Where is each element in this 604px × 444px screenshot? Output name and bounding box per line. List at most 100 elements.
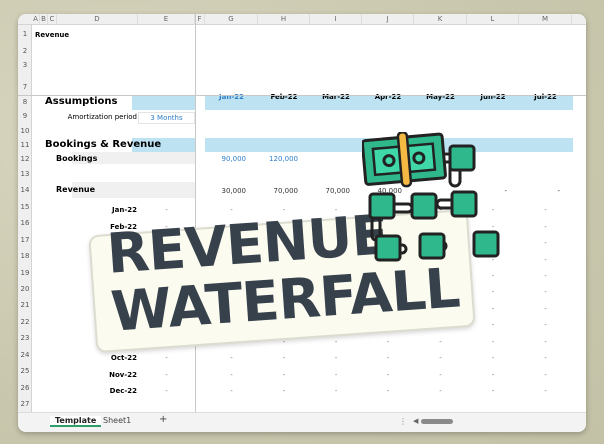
row-header-27[interactable]: 27 (18, 400, 32, 408)
row-header-1[interactable]: 1 (18, 30, 32, 38)
waterfall-cell[interactable]: - (362, 370, 414, 380)
scroll-left-icon[interactable]: ◀ (413, 417, 418, 425)
waterfall-cell[interactable]: - (362, 386, 414, 396)
waterfall-cell[interactable]: - (310, 337, 362, 347)
waterfall-cell[interactable]: - (467, 386, 519, 396)
column-header-D[interactable]: D (57, 14, 138, 25)
row-header-15[interactable]: 15 (18, 203, 32, 211)
waterfall-cell[interactable]: - (138, 205, 195, 215)
column-header-B[interactable]: B (40, 14, 48, 25)
row-header-24[interactable]: 24 (18, 351, 32, 359)
waterfall-cell[interactable]: - (467, 370, 519, 380)
waterfall-cell[interactable]: - (467, 353, 519, 363)
column-header-K[interactable]: K (414, 14, 467, 25)
row-header-7[interactable]: 7 (18, 83, 32, 91)
amortization-input[interactable]: 3 Months (138, 112, 195, 124)
column-header-F[interactable]: F (195, 14, 205, 25)
money-bill-icon (362, 132, 447, 188)
waterfall-cell[interactable]: - (205, 353, 258, 363)
bookings-revenue-header: Bookings & Revenue (45, 139, 162, 150)
waterfall-cell[interactable]: - (519, 255, 572, 265)
tab-sheet1[interactable]: Sheet1 (98, 416, 136, 425)
column-header-I[interactable]: I (310, 14, 362, 25)
row-header-10[interactable]: 10 (18, 127, 32, 135)
waterfall-cell[interactable]: - (519, 287, 572, 297)
waterfall-cell[interactable]: - (519, 337, 572, 347)
row-header-11[interactable]: 11 (18, 141, 32, 149)
column-header-C[interactable]: C (48, 14, 57, 25)
waterfall-cell[interactable]: - (519, 353, 572, 363)
revenue-value[interactable]: - (519, 186, 560, 196)
waterfall-cell[interactable]: - (519, 271, 572, 281)
column-header-M[interactable]: M (519, 14, 572, 25)
column-header-G[interactable]: G (205, 14, 258, 25)
row-header-18[interactable]: 18 (18, 252, 32, 260)
row-header-22[interactable]: 22 (18, 318, 32, 326)
waterfall-cell[interactable]: - (519, 238, 572, 248)
waterfall-cell[interactable]: - (519, 386, 572, 396)
waterfall-cell[interactable]: - (258, 353, 310, 363)
row-header-13[interactable]: 13 (18, 170, 32, 178)
waterfall-cell[interactable]: - (519, 304, 572, 314)
row-header-3[interactable]: 3 (18, 61, 32, 69)
waterfall-cell[interactable]: - (258, 370, 310, 380)
waterfall-cell[interactable]: - (414, 386, 467, 396)
waterfall-cell[interactable]: - (362, 353, 414, 363)
revenue-label: Revenue (56, 185, 96, 194)
row-header-17[interactable]: 17 (18, 236, 32, 244)
horizontal-scrollbar[interactable] (421, 419, 453, 424)
row-header-21[interactable]: 21 (18, 301, 32, 309)
waterfall-cell[interactable]: - (467, 320, 519, 330)
waterfall-cell[interactable]: - (519, 205, 572, 215)
waterfall-month: Oct-22 (110, 354, 137, 362)
row-header-26[interactable]: 26 (18, 384, 32, 392)
waterfall-cell[interactable]: - (414, 353, 467, 363)
waterfall-month: Dec-22 (109, 387, 137, 395)
bookings-value[interactable]: 90,000 (205, 154, 247, 164)
waterfall-cell[interactable]: - (310, 353, 362, 363)
waterfall-cell[interactable]: - (258, 386, 310, 396)
row-header-12[interactable]: 12 (18, 155, 32, 163)
waterfall-cell[interactable]: - (467, 337, 519, 347)
row-header-9[interactable]: 9 (18, 112, 32, 120)
waterfall-cell[interactable]: - (310, 370, 362, 380)
revenue-value[interactable]: 70,000 (310, 186, 351, 196)
column-header-L[interactable]: L (467, 14, 519, 25)
month-header: Mar-22 (322, 93, 350, 101)
waterfall-cell[interactable]: - (519, 222, 572, 232)
waterfall-cell[interactable]: - (362, 337, 414, 347)
row-header-16[interactable]: 16 (18, 219, 32, 227)
column-header-E[interactable]: E (138, 14, 195, 25)
waterfall-cell[interactable]: - (519, 370, 572, 380)
row-header-20[interactable]: 20 (18, 285, 32, 293)
row-header-2[interactable]: 2 (18, 47, 32, 55)
tab-template[interactable]: Template (50, 416, 102, 427)
waterfall-cell[interactable]: - (519, 320, 572, 330)
waterfall-cell[interactable]: - (467, 287, 519, 297)
waterfall-cell[interactable]: - (414, 370, 467, 380)
row-header-8[interactable]: 8 (18, 98, 32, 106)
row-header-19[interactable]: 19 (18, 269, 32, 277)
revenue-value[interactable]: 70,000 (258, 186, 299, 196)
waterfall-cell[interactable]: - (138, 386, 195, 396)
freeze-pane-vertical (195, 14, 196, 412)
waterfall-cell[interactable]: - (310, 386, 362, 396)
waterfall-cell[interactable]: - (205, 370, 258, 380)
column-header-J[interactable]: J (362, 14, 414, 25)
column-header-H[interactable]: H (258, 14, 310, 25)
waterfall-cell[interactable]: - (467, 271, 519, 281)
waterfall-cell[interactable]: - (138, 370, 195, 380)
column-header-A[interactable]: A (32, 14, 40, 25)
waterfall-cell[interactable]: - (138, 353, 195, 363)
bookings-value[interactable]: 120,000 (258, 154, 298, 164)
add-sheet-button[interactable]: + (154, 414, 172, 425)
waterfall-cell[interactable]: - (414, 337, 467, 347)
row-header-23[interactable]: 23 (18, 334, 32, 342)
row-header-14[interactable]: 14 (18, 186, 32, 194)
row-header-25[interactable]: 25 (18, 367, 32, 375)
waterfall-cell[interactable]: - (467, 304, 519, 314)
more-options-icon[interactable]: ⋮ (399, 417, 407, 426)
revenue-value[interactable]: 30,000 (205, 186, 247, 196)
waterfall-cell[interactable]: - (205, 386, 258, 396)
sheet-tab-bar: Template Sheet1 + ⋮ ◀ (18, 412, 586, 432)
